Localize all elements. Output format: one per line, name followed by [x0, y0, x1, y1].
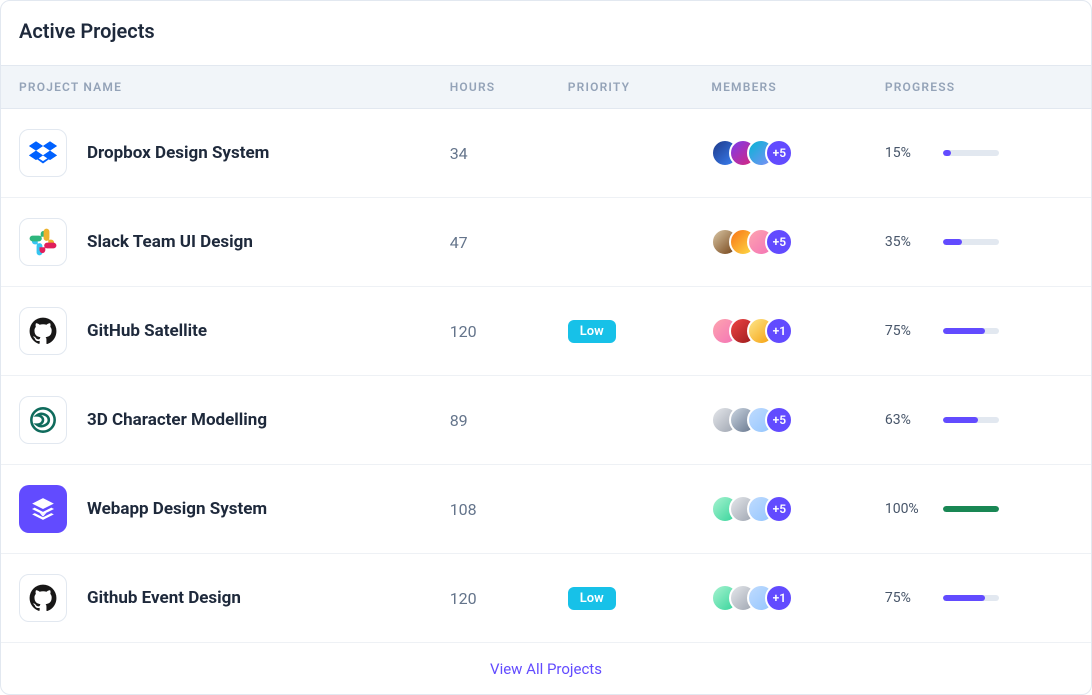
- avatar-more[interactable]: +1: [765, 317, 793, 345]
- avatar-more[interactable]: +5: [765, 139, 793, 167]
- col-header-progress: PROGRESS: [869, 66, 1091, 109]
- hours-value: 108: [450, 500, 477, 519]
- avatar-more[interactable]: +5: [765, 228, 793, 256]
- active-projects-card: Active Projects PROJECT NAME HOURS PRIOR…: [0, 0, 1092, 695]
- priority-badge: Low: [568, 587, 616, 610]
- member-avatars: +1: [711, 584, 852, 612]
- avatar-more[interactable]: +5: [765, 406, 793, 434]
- progress-percent: 63%: [885, 412, 929, 428]
- progress-percent: 75%: [885, 590, 929, 606]
- table-row[interactable]: 3D Character Modelling 89 +5 63%: [1, 376, 1091, 465]
- avatar-more[interactable]: +5: [765, 495, 793, 523]
- priority-badge: Low: [568, 320, 616, 343]
- progress-bar: [943, 595, 999, 601]
- progress-percent: 75%: [885, 323, 929, 339]
- table-row[interactable]: Github Event Design 120 Low +1 75%: [1, 554, 1091, 643]
- avatar-more[interactable]: +1: [765, 584, 793, 612]
- view-all-link[interactable]: View All Projects: [490, 660, 602, 678]
- hours-value: 120: [450, 322, 477, 341]
- hours-value: 34: [450, 144, 468, 163]
- table-row[interactable]: Dropbox Design System 34 +5 15%: [1, 109, 1091, 198]
- project-name: GitHub Satellite: [87, 321, 207, 341]
- hours-value: 47: [450, 233, 468, 252]
- table-row[interactable]: GitHub Satellite 120 Low +1 75%: [1, 287, 1091, 376]
- col-header-name: PROJECT NAME: [1, 66, 434, 109]
- progress-percent: 100%: [885, 501, 929, 517]
- progress-bar: [943, 239, 999, 245]
- col-header-members: MEMBERS: [695, 66, 868, 109]
- github-icon: [19, 574, 67, 622]
- table-row[interactable]: Slack Team UI Design 47 +5 35%: [1, 198, 1091, 287]
- slack-icon: [19, 218, 67, 266]
- project-name: Webapp Design System: [87, 499, 267, 519]
- 3ds-icon: [19, 396, 67, 444]
- col-header-hours: HOURS: [434, 66, 552, 109]
- projects-table: PROJECT NAME HOURS PRIORITY MEMBERS PROG…: [1, 65, 1091, 643]
- github-icon: [19, 307, 67, 355]
- progress-percent: 35%: [885, 234, 929, 250]
- member-avatars: +5: [711, 228, 852, 256]
- progress-bar: [943, 417, 999, 423]
- progress-bar: [943, 506, 999, 512]
- table-row[interactable]: Webapp Design System 108 +5 100%: [1, 465, 1091, 554]
- progress-bar: [943, 150, 999, 156]
- card-footer: View All Projects: [1, 643, 1091, 694]
- progress-bar: [943, 328, 999, 334]
- progress-percent: 15%: [885, 145, 929, 161]
- project-name: Slack Team UI Design: [87, 232, 253, 252]
- member-avatars: +5: [711, 139, 852, 167]
- card-title: Active Projects: [1, 1, 1091, 65]
- dropbox-icon: [19, 129, 67, 177]
- col-header-priority: PRIORITY: [552, 66, 696, 109]
- hours-value: 120: [450, 589, 477, 608]
- layers-icon: [19, 485, 67, 533]
- project-name: Dropbox Design System: [87, 143, 269, 163]
- project-name: 3D Character Modelling: [87, 410, 267, 430]
- member-avatars: +5: [711, 406, 852, 434]
- member-avatars: +1: [711, 317, 852, 345]
- project-name: Github Event Design: [87, 588, 241, 608]
- member-avatars: +5: [711, 495, 852, 523]
- hours-value: 89: [450, 411, 468, 430]
